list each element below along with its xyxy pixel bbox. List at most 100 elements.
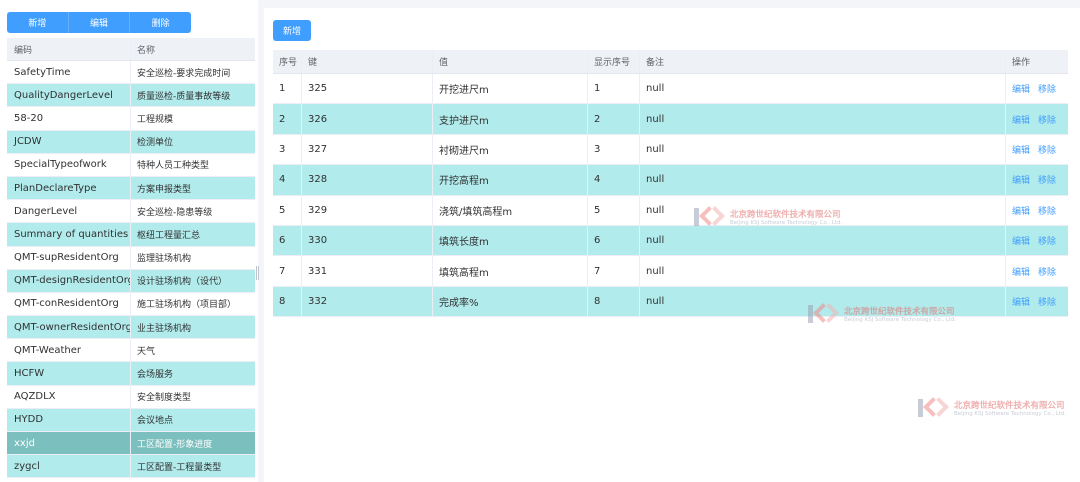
type-name-cell: 施工驻场机构（项目部） <box>137 300 237 311</box>
column-header-key[interactable]: 键 <box>302 50 433 73</box>
item-key-cell: 325 <box>302 74 433 104</box>
add-item-button[interactable]: 新增 <box>273 20 311 41</box>
delete-type-button[interactable]: 删除 <box>130 12 191 33</box>
type-name-cell: 检测单位 <box>137 138 174 149</box>
item-row: 2 326 支护进尺m 2 null 编辑 移除 <box>273 104 1068 135</box>
type-name-cell: 特种人员工种类型 <box>137 161 210 172</box>
item-order-cell: 8 <box>588 286 640 317</box>
type-row[interactable]: PlanDeclareType 方案申报类型 <box>7 176 255 201</box>
type-code-cell: QMT-supResidentOrg <box>7 246 131 269</box>
type-name-cell: 会场服务 <box>137 370 174 381</box>
watermark-cn: 北京跨世纪软件技术有限公司 <box>730 210 841 220</box>
type-code-cell: DangerLevel <box>7 200 131 223</box>
column-header-note[interactable]: 备注 <box>640 50 1006 73</box>
left-toolbar: 新增 编辑 删除 <box>7 12 191 33</box>
edit-item-link[interactable]: 编辑 <box>1012 204 1030 217</box>
column-header-order[interactable]: 显示序号 <box>588 50 640 73</box>
item-order-cell: 5 <box>588 195 640 225</box>
type-row[interactable]: HCFW 会场服务 <box>7 362 255 386</box>
type-row[interactable]: QMT-designResidentOrg 设计驻场机构（设代） <box>7 269 255 293</box>
type-name-cell: 安全巡检-要求完成时间 <box>137 68 231 79</box>
item-value-cell: 填筑长度m <box>433 225 588 256</box>
type-code-cell: HYDD <box>7 408 131 431</box>
edit-item-link[interactable]: 编辑 <box>1012 173 1030 186</box>
item-table-body: 1 325 开挖进尺m 1 null 编辑 移除 2 326 支护进尺m 2 null 编辑 移除 3 327… <box>273 74 1068 318</box>
type-row[interactable]: xxjd 工区配置-形象进度 <box>7 432 255 456</box>
item-value-cell: 支护进尺m <box>433 104 588 134</box>
edit-type-button[interactable]: 编辑 <box>68 12 131 33</box>
item-ops-cell: 编辑 移除 <box>1006 74 1068 103</box>
type-name-cell: 业主驻场机构 <box>137 323 192 334</box>
remove-item-link[interactable]: 移除 <box>1038 295 1056 308</box>
type-code-cell: AQZDLX <box>7 385 131 408</box>
remove-item-link[interactable]: 移除 <box>1038 143 1056 156</box>
type-table-header: 编码 名称 <box>7 38 255 61</box>
type-row[interactable]: AQZDLX 安全制度类型 <box>7 385 255 409</box>
item-table-header: 序号 键 值 显示序号 备注 操作 <box>273 50 1068 74</box>
type-row[interactable]: JCDW 检测单位 <box>7 130 255 154</box>
type-name-cell: 设计驻场机构（设代） <box>137 277 228 288</box>
item-key-cell: 328 <box>302 165 433 195</box>
column-header-value[interactable]: 值 <box>433 50 588 73</box>
type-table: 编码 名称 SafetyTime 安全巡检-要求完成时间 QualityDanger… <box>7 38 255 479</box>
dictionary-type-panel: 新增 编辑 删除 编码 名称 SafetyTime 安全巡检-要求完成时间 Qual… <box>0 0 258 482</box>
edit-item-link[interactable]: 编辑 <box>1012 234 1030 247</box>
item-key-cell: 330 <box>302 225 433 256</box>
type-row[interactable]: QMT-Weather 天气 <box>7 339 255 363</box>
type-code-cell: QMT-ownerResidentOrg <box>7 316 131 339</box>
type-name-cell: 监理驻场机构 <box>137 254 192 265</box>
type-row[interactable]: SpecialTypeofwork 特种人员工种类型 <box>7 153 255 177</box>
type-name-cell: 安全巡检-隐患等级 <box>137 207 213 218</box>
item-ops-cell: 编辑 移除 <box>1006 196 1068 225</box>
type-code-cell: PlanDeclareType <box>7 176 131 200</box>
type-name-cell: 工程规模 <box>137 114 174 125</box>
type-name-cell: 方案申报类型 <box>137 184 192 195</box>
item-order-cell: 6 <box>588 225 640 256</box>
item-note-cell: null <box>640 74 1006 104</box>
company-logo-icon <box>694 206 726 226</box>
remove-item-link[interactable]: 移除 <box>1038 265 1056 278</box>
watermark-en: Beijing KSJ Software Technology Co., Ltd… <box>954 411 1067 417</box>
edit-item-link[interactable]: 编辑 <box>1012 143 1030 156</box>
type-row[interactable]: zygcl 工区配置-工程量类型 <box>7 455 255 479</box>
item-value-cell: 完成率% <box>433 286 588 317</box>
item-ops-cell: 编辑 移除 <box>1006 104 1068 133</box>
panel-resize-handle[interactable] <box>256 266 259 280</box>
type-row[interactable]: Summary of quantities 枢纽工程量汇总 <box>7 223 255 247</box>
type-row[interactable]: QMT-supResidentOrg 监理驻场机构 <box>7 246 255 270</box>
type-code-cell: SpecialTypeofwork <box>7 153 131 176</box>
remove-item-link[interactable]: 移除 <box>1038 234 1056 247</box>
type-code-cell: HCFW <box>7 362 131 385</box>
type-row[interactable]: QMT-ownerResidentOrg 业主驻场机构 <box>7 316 255 340</box>
remove-item-link[interactable]: 移除 <box>1038 82 1056 95</box>
type-row[interactable]: SafetyTime 安全巡检-要求完成时间 <box>7 61 255 85</box>
item-index-cell: 7 <box>273 256 302 286</box>
column-header-code[interactable]: 编码 <box>7 38 131 60</box>
remove-item-link[interactable]: 移除 <box>1038 173 1056 186</box>
item-key-cell: 329 <box>302 195 433 225</box>
item-ops-cell: 编辑 移除 <box>1006 226 1068 255</box>
edit-item-link[interactable]: 编辑 <box>1012 265 1030 278</box>
watermark-en: Beijing KSJ Software Technology Co., Ltd… <box>844 317 957 323</box>
column-header-index: 序号 <box>273 50 302 73</box>
edit-item-link[interactable]: 编辑 <box>1012 82 1030 95</box>
item-value-cell: 浇筑/填筑高程m <box>433 195 588 225</box>
column-header-name[interactable]: 名称 <box>131 38 255 60</box>
type-row[interactable]: HYDD 会议地点 <box>7 408 255 432</box>
type-name-cell: 质量巡检-质量事故等级 <box>137 91 231 102</box>
edit-item-link[interactable]: 编辑 <box>1012 113 1030 126</box>
remove-item-link[interactable]: 移除 <box>1038 113 1056 126</box>
item-table: 序号 键 值 显示序号 备注 操作 1 325 开挖进尺m 1 null 编辑 移除 2 326… <box>273 50 1068 318</box>
item-index-cell: 6 <box>273 225 302 256</box>
type-row[interactable]: 58-20 工程规模 <box>7 107 255 131</box>
type-row[interactable]: QMT-conResidentOrg 施工驻场机构（项目部） <box>7 292 255 317</box>
item-ops-cell: 编辑 移除 <box>1006 256 1068 285</box>
type-row[interactable]: DangerLevel 安全巡检-隐患等级 <box>7 200 255 224</box>
item-value-cell: 衬砌进尺m <box>433 134 588 165</box>
edit-item-link[interactable]: 编辑 <box>1012 295 1030 308</box>
type-row[interactable]: QualityDangerLevel 质量巡检-质量事故等级 <box>7 84 255 108</box>
add-type-button[interactable]: 新增 <box>7 12 69 33</box>
watermark-cn: 北京跨世纪软件技术有限公司 <box>844 307 955 317</box>
item-key-cell: 327 <box>302 134 433 165</box>
remove-item-link[interactable]: 移除 <box>1038 204 1056 217</box>
